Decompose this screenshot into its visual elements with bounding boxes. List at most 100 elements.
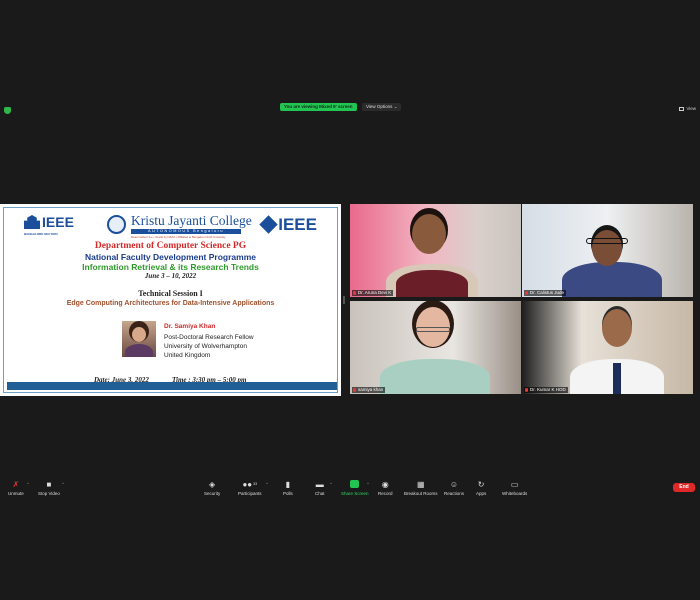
end-meeting-button[interactable]: End bbox=[673, 483, 695, 492]
speaker-name: Dr. Samiya Khan bbox=[164, 323, 216, 330]
muted-mic-icon bbox=[525, 291, 528, 295]
college-name: Kristu Jayanti College bbox=[131, 213, 252, 228]
participant-body bbox=[562, 262, 662, 297]
viewing-screen-banner: You are viewing Mixed 9' screen bbox=[280, 103, 357, 111]
shield-icon: ◈ bbox=[209, 479, 216, 489]
breakout-rooms-button[interactable]: ▦ Breakout Rooms bbox=[404, 479, 438, 497]
share-screen-button[interactable]: Share Screen bbox=[341, 480, 369, 496]
participant-name: Dr. Kumar K HOD bbox=[530, 387, 566, 392]
video-camera-icon: ■ bbox=[46, 479, 52, 489]
participant-head bbox=[412, 214, 446, 254]
security-label: Security bbox=[204, 491, 221, 496]
muted-mic-icon bbox=[525, 388, 528, 392]
view-options-label: View Options bbox=[366, 104, 393, 109]
muted-mic-icon bbox=[353, 291, 356, 295]
participant-name-tag: samiya khan bbox=[352, 387, 386, 393]
polls-label: Polls bbox=[283, 491, 293, 496]
security-shield-icon[interactable] bbox=[4, 107, 11, 114]
speaker-university: University of Wolverhampton bbox=[164, 343, 247, 350]
participant-name-tag: Dr. Calistus Jude bbox=[524, 290, 567, 296]
polls-icon: ▮ bbox=[285, 479, 291, 489]
grid-view-icon bbox=[679, 106, 685, 111]
record-button[interactable]: ◉ Record bbox=[378, 479, 393, 497]
ieee-bangalore-logo: IEEE BANGALORE SECTION bbox=[24, 214, 74, 236]
participant-head bbox=[592, 230, 622, 266]
video-tile[interactable]: Dr. Calistus Jude bbox=[522, 204, 693, 297]
reactions-label: Reactions bbox=[444, 491, 465, 496]
participants-icon: ●● 33 bbox=[242, 479, 258, 489]
ieee-left-subtext: BANGALORE SECTION bbox=[24, 232, 58, 236]
headset-icon bbox=[586, 238, 628, 244]
chat-bubble-icon: ▬ bbox=[315, 479, 324, 489]
view-button[interactable]: View bbox=[679, 106, 696, 111]
speaker-country: United Kingdom bbox=[164, 352, 211, 359]
programme-dates: June 3 – 10, 2022 bbox=[144, 272, 197, 280]
participant-tie bbox=[613, 363, 621, 394]
share-screen-icon-wrap bbox=[350, 480, 360, 488]
video-tile[interactable]: samiya khan bbox=[350, 301, 521, 394]
department-title: Department of Computer Science PG bbox=[94, 241, 247, 251]
view-label: View bbox=[686, 106, 696, 111]
participants-button[interactable]: ●● 33 Participants bbox=[238, 479, 262, 497]
video-tile[interactable]: Dr. Aruna Devi K bbox=[350, 204, 521, 297]
speaker-photo bbox=[122, 321, 156, 357]
participants-options-chevron[interactable]: ^ bbox=[266, 481, 268, 486]
participants-label: Participants bbox=[238, 491, 262, 496]
microphone-muted-icon: ✗ bbox=[12, 479, 20, 489]
unmute-button[interactable]: ✗ Unmute bbox=[8, 479, 24, 497]
chat-label: Chat bbox=[315, 491, 325, 496]
participant-clothing bbox=[396, 270, 468, 297]
apps-label: Apps bbox=[476, 491, 487, 496]
ieee-logo: IEEE bbox=[259, 215, 317, 234]
polls-button[interactable]: ▮ Polls bbox=[283, 479, 293, 497]
security-button[interactable]: ◈ Security bbox=[204, 479, 221, 497]
split-view-handle[interactable] bbox=[343, 296, 345, 304]
session-label: Technical Session I bbox=[138, 289, 203, 298]
share-options-chevron[interactable]: ^ bbox=[367, 481, 369, 486]
ieee-right-text: IEEE bbox=[278, 215, 317, 234]
view-options-button[interactable]: View Options ⌄ bbox=[362, 103, 402, 111]
participant-body bbox=[380, 359, 490, 394]
share-screen-icon bbox=[350, 480, 360, 488]
record-label: Record bbox=[378, 491, 393, 496]
college-accreditation: Reaccredited 'A++' Grade by NAAC | Affil… bbox=[131, 235, 226, 239]
slide-frame: IEEE BANGALORE SECTION Kristu Jayanti Co… bbox=[3, 207, 338, 393]
glasses-icon bbox=[416, 327, 450, 332]
audio-options-chevron[interactable]: ^ bbox=[27, 481, 29, 486]
college-seal-icon bbox=[107, 215, 126, 234]
shared-screen: IEEE BANGALORE SECTION Kristu Jayanti Co… bbox=[0, 204, 341, 396]
record-icon: ◉ bbox=[381, 479, 389, 489]
apps-icon: ↻ bbox=[477, 479, 485, 489]
whiteboards-button[interactable]: ▭ Whiteboards bbox=[502, 479, 528, 497]
participants-count: 33 bbox=[253, 482, 258, 486]
building-icon bbox=[24, 215, 40, 229]
unmute-label: Unmute bbox=[8, 491, 24, 496]
participant-name: Dr. Calistus Jude bbox=[530, 290, 565, 295]
speaker-role: Post-Doctoral Research Fellow bbox=[164, 334, 254, 341]
slide-footer-bar bbox=[7, 382, 337, 390]
reactions-button[interactable]: ☺ Reactions bbox=[444, 479, 465, 497]
ieee-diamond-icon bbox=[259, 215, 278, 234]
chevron-down-icon: ⌄ bbox=[393, 104, 398, 109]
participant-name: samiya khan bbox=[358, 387, 384, 392]
video-tile[interactable]: Dr. Kumar K HOD bbox=[522, 301, 693, 394]
participant-name-tag: Dr. Aruna Devi K bbox=[352, 290, 394, 296]
ieee-left-text: IEEE bbox=[42, 214, 74, 230]
participant-name-tag: Dr. Kumar K HOD bbox=[524, 387, 568, 393]
college-autonomous: AUTONOMOUS Bengaluru bbox=[131, 229, 241, 234]
stop-video-button[interactable]: ■ Stop Video bbox=[38, 479, 60, 497]
whiteboard-icon: ▭ bbox=[510, 479, 519, 489]
breakout-rooms-label: Breakout Rooms bbox=[404, 491, 438, 496]
stop-video-label: Stop Video bbox=[38, 491, 60, 496]
session-title: Edge Computing Architectures for Data-In… bbox=[66, 300, 275, 307]
video-options-chevron[interactable]: ^ bbox=[62, 481, 64, 486]
muted-mic-icon bbox=[353, 388, 356, 392]
apps-button[interactable]: ↻ Apps bbox=[476, 479, 487, 497]
chat-options-chevron[interactable]: ^ bbox=[330, 481, 332, 486]
chat-button[interactable]: ▬ Chat bbox=[315, 479, 325, 497]
topic-title: Information Retrieval & its Research Tre… bbox=[82, 262, 259, 272]
breakout-rooms-icon: ▦ bbox=[416, 479, 425, 489]
programme-title: National Faculty Development Programme bbox=[85, 252, 256, 262]
emoji-icon: ☺ bbox=[449, 479, 459, 489]
whiteboards-label: Whiteboards bbox=[502, 491, 528, 496]
